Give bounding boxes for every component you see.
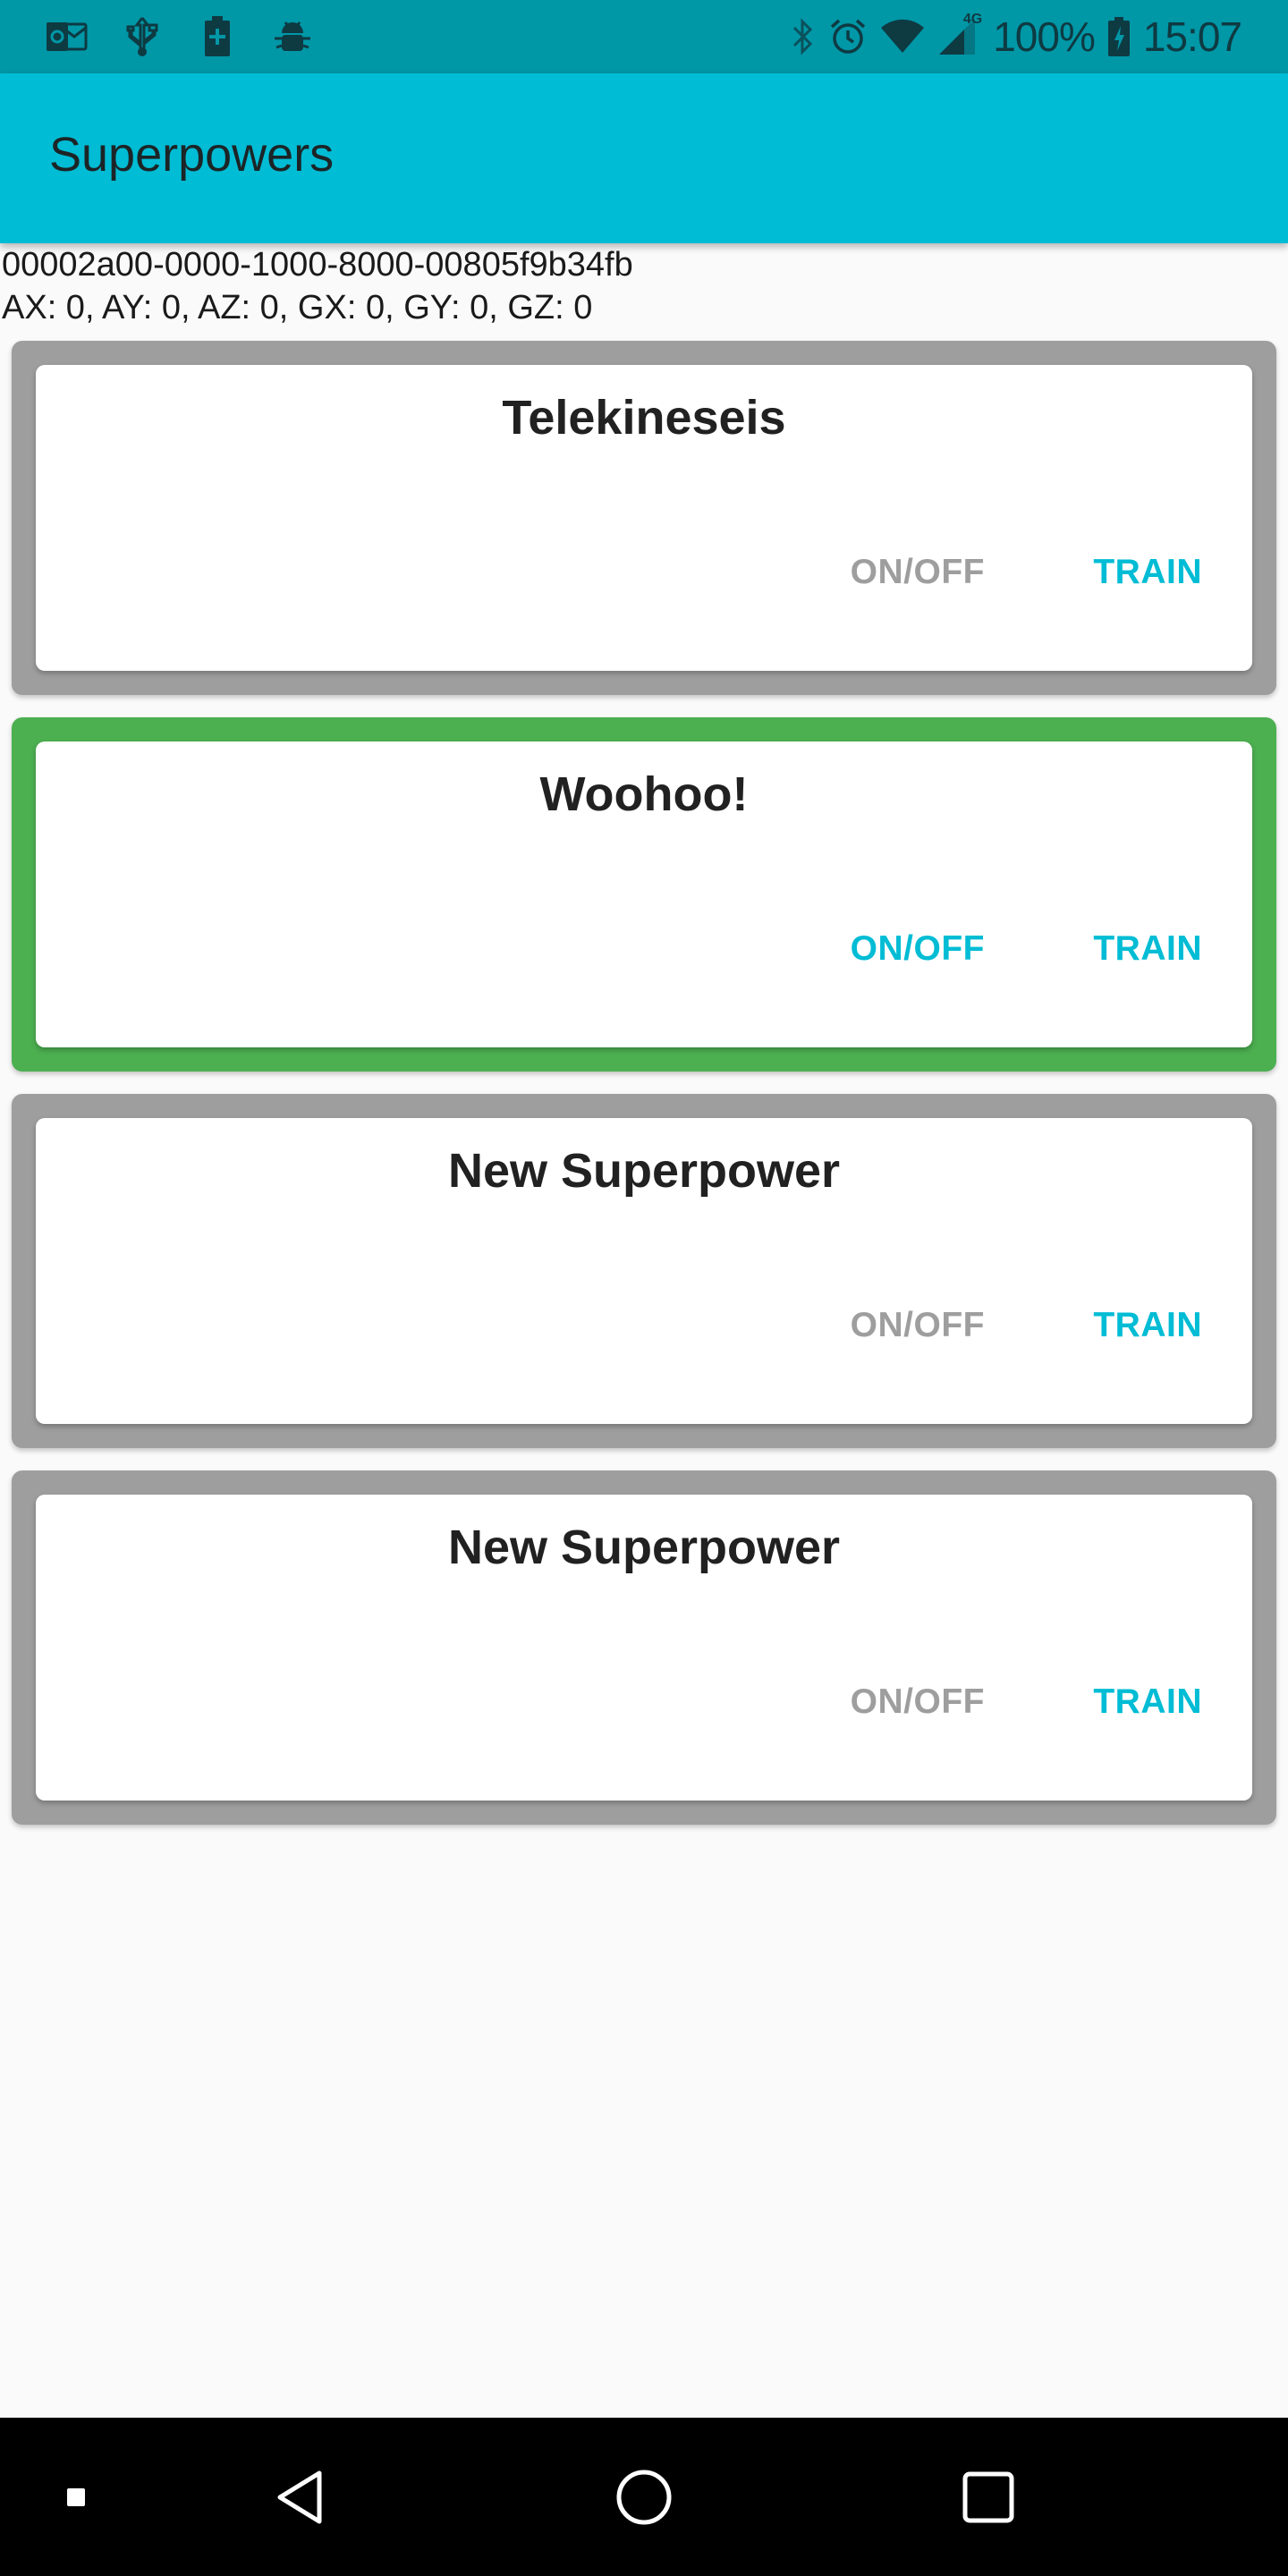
train-button[interactable]: TRAIN <box>1086 544 1202 601</box>
notification-icons <box>47 16 313 57</box>
outlook-icon <box>47 16 88 57</box>
wifi-icon <box>880 19 925 55</box>
card-actions: ON/OFF TRAIN <box>824 920 1202 978</box>
battery-saver-icon <box>197 16 238 57</box>
battery-icon <box>1107 17 1131 56</box>
navigation-bar <box>0 2418 1288 2576</box>
status-bar: 4G 100% 15:07 <box>0 0 1288 73</box>
superpower-card: New Superpower ON/OFF TRAIN <box>12 1470 1276 1825</box>
back-icon[interactable] <box>259 2418 340 2576</box>
device-uuid: 00002a00-0000-1000-8000-00805f9b34fb <box>2 246 633 284</box>
app-bar: Superpowers <box>0 73 1288 243</box>
superpower-title: Telekineseis <box>502 391 786 445</box>
superpower-card: Telekineseis ON/OFF TRAIN <box>12 341 1276 695</box>
card-actions: ON/OFF TRAIN <box>824 544 1202 601</box>
android-debug-icon <box>272 16 313 57</box>
on-off-button[interactable]: ON/OFF <box>824 544 985 601</box>
system-indicators: 4G 100% 15:07 <box>789 12 1242 61</box>
card-actions: ON/OFF TRAIN <box>824 1297 1202 1354</box>
card-body: New Superpower ON/OFF TRAIN <box>36 1118 1252 1424</box>
debug-square-icon[interactable] <box>36 2418 116 2576</box>
home-icon[interactable] <box>604 2418 684 2576</box>
cellular-4g-icon: 4G <box>937 12 982 56</box>
train-button[interactable]: TRAIN <box>1086 920 1202 978</box>
on-off-button[interactable]: ON/OFF <box>824 1297 985 1354</box>
card-actions: ON/OFF TRAIN <box>824 1674 1202 1731</box>
superpower-card: New Superpower ON/OFF TRAIN <box>12 1094 1276 1448</box>
on-off-button[interactable]: ON/OFF <box>824 1674 985 1731</box>
battery-percentage: 100% <box>993 13 1096 60</box>
alarm-icon <box>828 17 868 56</box>
card-body: Woohoo! ON/OFF TRAIN <box>36 741 1252 1047</box>
superpower-list: Telekineseis ON/OFF TRAIN Woohoo! ON/OFF… <box>12 341 1276 1847</box>
device-info: 00002a00-0000-1000-8000-00805f9b34fb AX:… <box>0 243 1288 329</box>
network-type-label: 4G <box>962 12 983 27</box>
bluetooth-icon <box>789 17 816 56</box>
superpower-title: New Superpower <box>447 1144 841 1198</box>
clock: 15:07 <box>1142 13 1242 60</box>
superpower-title: Woohoo! <box>539 767 749 821</box>
superpower-title: New Superpower <box>447 1521 841 1574</box>
sensor-readings: AX: 0, AY: 0, AZ: 0, GX: 0, GY: 0, GZ: 0 <box>2 289 593 326</box>
card-body: Telekineseis ON/OFF TRAIN <box>36 365 1252 671</box>
train-button[interactable]: TRAIN <box>1086 1674 1202 1731</box>
recents-icon[interactable] <box>948 2418 1029 2576</box>
usb-icon <box>122 16 163 57</box>
superpower-card: Woohoo! ON/OFF TRAIN <box>12 717 1276 1072</box>
app-title: Superpowers <box>49 128 335 182</box>
on-off-button[interactable]: ON/OFF <box>824 920 985 978</box>
card-body: New Superpower ON/OFF TRAIN <box>36 1495 1252 1801</box>
train-button[interactable]: TRAIN <box>1086 1297 1202 1354</box>
